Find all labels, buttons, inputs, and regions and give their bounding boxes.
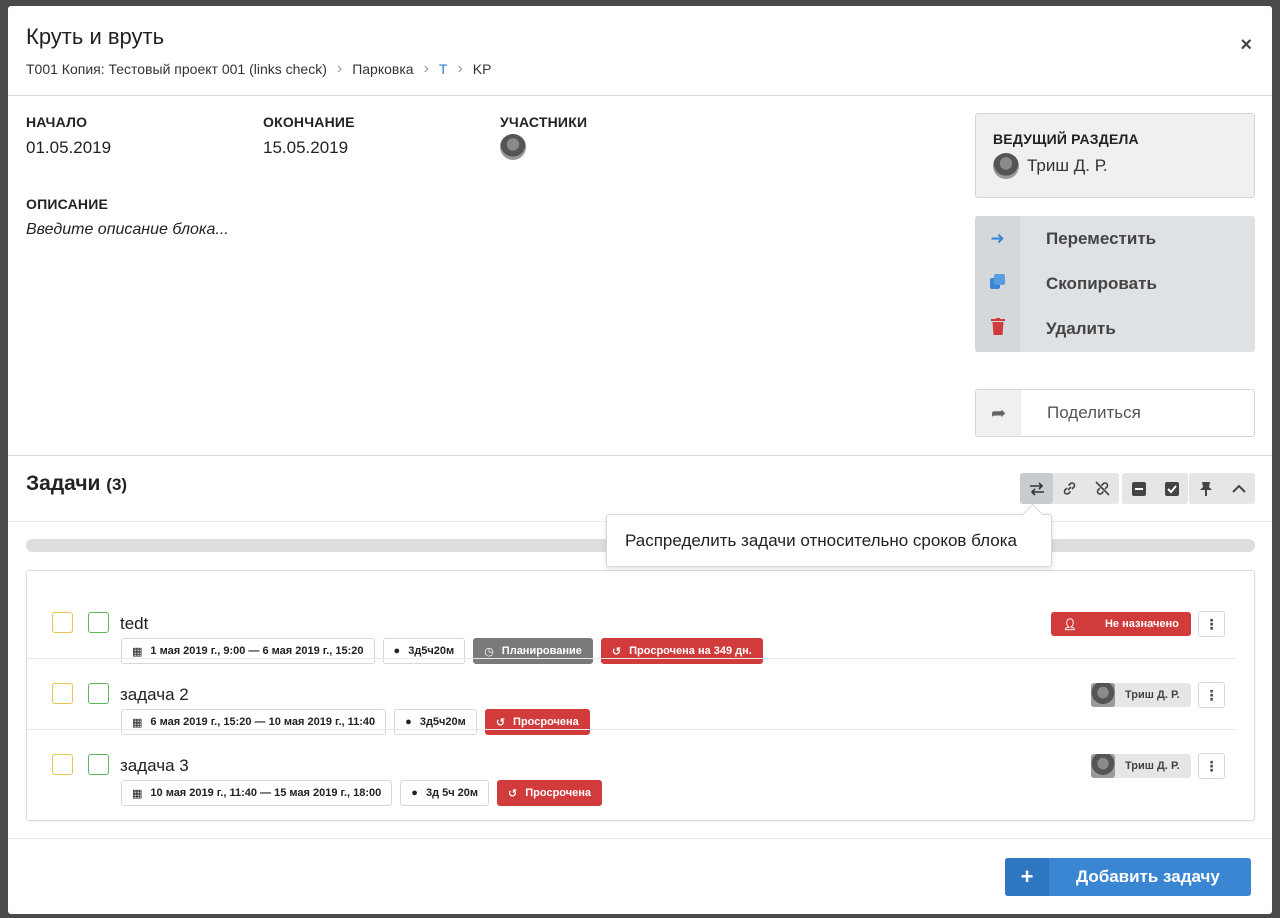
tasks-link-toolbar <box>1020 473 1119 504</box>
calendar-icon: ▦ <box>132 645 143 658</box>
task-menu-button[interactable]: ⋮ <box>1198 611 1225 637</box>
breadcrumb-kp: KP <box>472 61 492 77</box>
task-done-checkbox[interactable] <box>88 612 109 633</box>
tasks-count: (3) <box>106 475 128 494</box>
breadcrumb-project[interactable]: T001 Копия: Тестовый проект 001 (links c… <box>26 61 327 77</box>
assignee-button[interactable]: Триш Д. Р. <box>1091 683 1191 707</box>
participant-avatar[interactable] <box>500 134 526 160</box>
modal-title: Круть и вруть <box>26 24 165 49</box>
block-actions: ➜ Переместить Скопировать Удалить <box>975 216 1255 352</box>
task-row: tedt ▦ 1 мая 2019 г., 9:00 — 6 мая 2019 г… <box>27 588 1254 664</box>
task-done-checkbox[interactable] <box>88 754 109 775</box>
clock-icon: ● <box>393 645 401 657</box>
link-icon[interactable] <box>1053 473 1086 504</box>
move-label: Переместить <box>1046 228 1157 248</box>
delete-button[interactable]: Удалить <box>975 306 1255 351</box>
footer-divider <box>8 838 1272 839</box>
end-label: ОКОНЧАНИЕ <box>263 114 355 130</box>
task-duration[interactable]: ● 3д 5ч 20м <box>400 780 490 806</box>
calendar-icon: ▦ <box>132 787 143 800</box>
chevron-right-icon: › <box>457 60 463 77</box>
share-icon: ➦ <box>976 390 1021 436</box>
task-dates[interactable]: ▦ 10 мая 2019 г., 11:40 — 15 мая 2019 г.,… <box>121 780 393 806</box>
select-all-icon[interactable] <box>1155 473 1188 504</box>
lead-avatar <box>993 153 1019 179</box>
clock-icon: ● <box>405 716 412 728</box>
distribute-tasks-button[interactable] <box>1020 473 1053 504</box>
task-menu-button[interactable]: ⋮ <box>1198 753 1225 779</box>
task-title[interactable]: задача 3 <box>120 756 189 776</box>
start-field: НАЧАЛО 01.05.2019 <box>26 114 111 158</box>
breadcrumb: T001 Копия: Тестовый проект 001 (links c… <box>26 60 491 78</box>
end-value[interactable]: 15.05.2019 <box>263 138 355 158</box>
history-icon: ↺ <box>611 645 622 658</box>
copy-icon <box>975 273 1020 295</box>
delete-label: Удалить <box>1046 318 1116 338</box>
history-icon: ↺ <box>508 787 518 800</box>
participants-field: УЧАСТНИКИ <box>500 114 587 165</box>
assignee-avatar <box>1091 683 1115 707</box>
tasks-view-toolbar <box>1189 473 1255 504</box>
section-divider <box>8 455 1272 456</box>
modal-header: Круть и вруть T001 Копия: Тестовый проек… <box>8 6 1272 96</box>
overdue-badge: ↺ Просрочена <box>497 780 603 806</box>
description-label: ОПИСАНИЕ <box>26 196 108 212</box>
task-meta: ▦ 10 мая 2019 г., 11:40 — 15 мая 2019 г.,… <box>121 780 603 806</box>
add-task-button[interactable]: + Добавить задачу <box>1005 858 1251 896</box>
trash-icon <box>975 317 1020 340</box>
section-lead[interactable]: Триш Д. Р. <box>993 153 1237 179</box>
task-menu-button[interactable]: ⋮ <box>1198 682 1225 708</box>
add-task-label: Добавить задачу <box>1076 867 1220 886</box>
chevron-right-icon: › <box>423 60 429 77</box>
history-icon: ↺ <box>495 716 506 729</box>
user-icon: 👤︎ <box>1063 618 1077 631</box>
distribute-tooltip: Распределить задачи относительно сроков … <box>606 514 1052 567</box>
start-label: НАЧАЛО <box>26 114 88 130</box>
plus-icon: + <box>1005 858 1049 896</box>
task-done-checkbox[interactable] <box>88 683 109 704</box>
assignee-avatar <box>1091 754 1115 778</box>
task-priority-checkbox[interactable] <box>52 754 73 775</box>
task-title[interactable]: задача 2 <box>120 685 189 705</box>
tooltip-text: Распределить задачи относительно сроков … <box>625 530 1017 550</box>
tasks-heading: Задачи (3) <box>26 472 127 496</box>
section-lead-label: ВЕДУЩИЙ РАЗДЕЛА <box>993 131 1139 147</box>
share-button[interactable]: ➦ Поделиться <box>975 389 1255 437</box>
pin-icon[interactable] <box>1189 473 1222 504</box>
clock-icon: ◷ <box>484 645 494 658</box>
close-icon[interactable]: × <box>1240 34 1252 57</box>
clock-icon: ● <box>411 787 418 799</box>
tasks-list: tedt ▦ 1 мая 2019 г., 9:00 — 6 мая 2019 г… <box>26 570 1255 821</box>
chevron-right-icon: › <box>336 60 343 77</box>
breadcrumb-t[interactable]: T <box>439 61 448 77</box>
end-field: ОКОНЧАНИЕ 15.05.2019 <box>263 114 355 158</box>
task-title[interactable]: tedt <box>120 614 148 634</box>
unlink-icon[interactable] <box>1086 473 1119 504</box>
description-input[interactable]: Введите описание блока... <box>26 221 229 239</box>
section-lead-card: ВЕДУЩИЙ РАЗДЕЛА Триш Д. Р. <box>975 113 1255 198</box>
assignee-button[interactable]: 👤︎ Не назначено <box>1051 612 1191 636</box>
deselect-all-icon[interactable] <box>1122 473 1155 504</box>
task-priority-checkbox[interactable] <box>52 683 73 704</box>
participants-label: УЧАСТНИКИ <box>500 114 588 130</box>
calendar-icon: ▦ <box>132 716 143 729</box>
lead-name: Триш Д. Р. <box>1027 156 1108 175</box>
block-modal: Круть и вруть T001 Копия: Тестовый проек… <box>8 6 1272 914</box>
breadcrumb-parking[interactable]: Парковка <box>352 61 413 77</box>
task-row: задача 2 ▦ 6 мая 2019 г., 15:20 — 10 мая … <box>27 659 1254 735</box>
share-label: Поделиться <box>1047 403 1141 422</box>
tasks-title: Задачи <box>26 472 101 495</box>
chevron-up-icon[interactable] <box>1222 473 1255 504</box>
tasks-select-toolbar <box>1122 473 1188 504</box>
start-value[interactable]: 01.05.2019 <box>26 138 111 158</box>
move-button[interactable]: ➜ Переместить <box>975 216 1255 261</box>
copy-label: Скопировать <box>1046 273 1157 293</box>
task-row: задача 3 ▦ 10 мая 2019 г., 11:40 — 15 мая… <box>27 730 1254 806</box>
description-field: ОПИСАНИЕ Введите описание блока... <box>26 196 229 239</box>
task-priority-checkbox[interactable] <box>52 612 73 633</box>
arrow-right-icon: ➜ <box>990 228 1005 248</box>
copy-button[interactable]: Скопировать <box>975 261 1255 306</box>
assignee-button[interactable]: Триш Д. Р. <box>1091 754 1191 778</box>
